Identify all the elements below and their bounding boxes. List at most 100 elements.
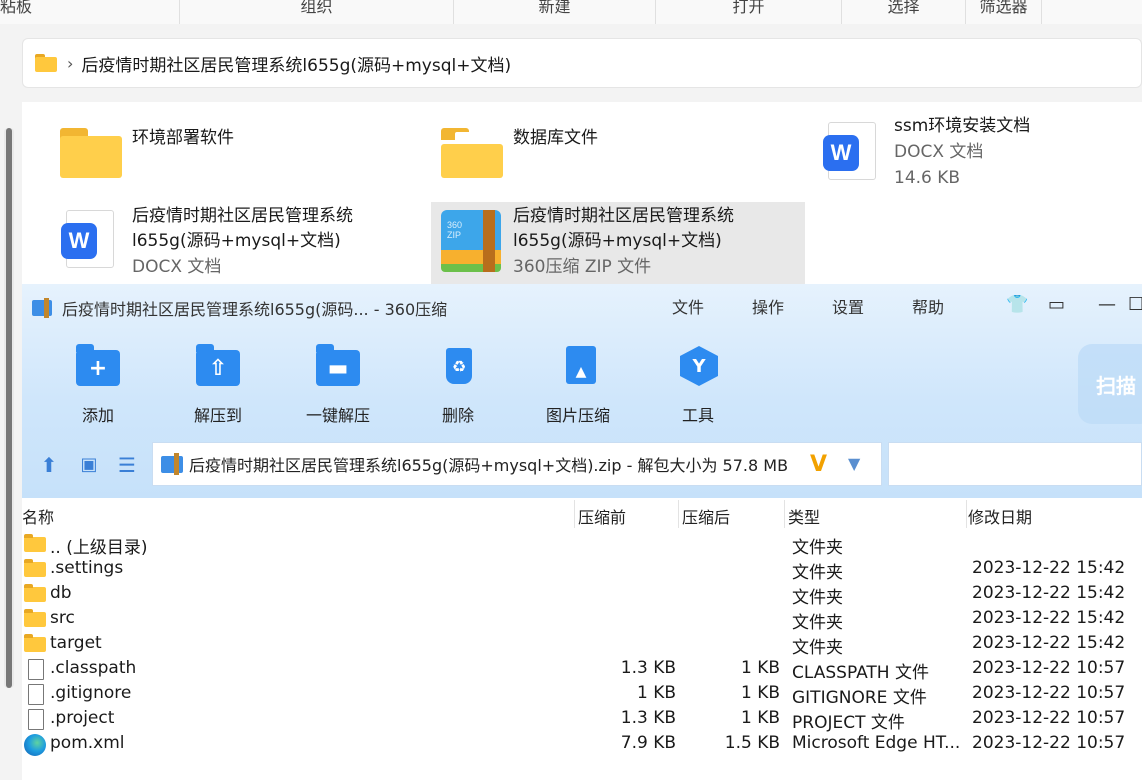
- archive-path: 后疫情时期社区居民管理系统l655g(源码+mysql+文档).zip - 解包…: [189, 456, 789, 475]
- file-row-src[interactable]: src 文件夹 2023-12-22 15:42: [22, 607, 1142, 633]
- file-type: 文件夹: [792, 538, 843, 558]
- folder-icon: [24, 559, 46, 579]
- ribbon-group-label: 选择: [887, 0, 920, 16]
- feedback-icon[interactable]: ▭: [1048, 294, 1065, 315]
- file-row-target[interactable]: target 文件夹 2023-12-22 15:42: [22, 632, 1142, 658]
- ribbon-group-open[interactable]: 打开: [656, 0, 842, 24]
- ribbon-group-label: 筛选器: [979, 0, 1028, 16]
- delete-button[interactable]: ♻ 删除: [408, 344, 508, 426]
- file-row-pom[interactable]: pom.xml 7.9 KB 1.5 KB Microsoft Edge HT.…: [22, 732, 1142, 757]
- tools-button[interactable]: Y 工具: [648, 344, 748, 426]
- skin-icon[interactable]: 👕: [1006, 294, 1028, 315]
- file-size-before: 7.9 KB: [620, 733, 676, 753]
- file-type: 文件夹: [792, 563, 843, 583]
- tools-cube-icon: Y: [674, 344, 722, 388]
- thumbnail-view-icon[interactable]: ▣: [76, 452, 102, 478]
- archive-search-input[interactable]: [888, 442, 1142, 486]
- folder-icon: [24, 634, 46, 654]
- item-type: DOCX 文档: [894, 142, 984, 162]
- file-date: 2023-12-22 15:42: [972, 633, 1126, 653]
- folder-icon: [56, 122, 124, 186]
- item-type: 360压缩 ZIP 文件: [513, 257, 652, 277]
- explorer-item-zip[interactable]: 360 ZIP 后疫情时期社区居民管理系统 l655g(源码+mysql+文档)…: [431, 202, 805, 284]
- explorer-item-docx[interactable]: W 后疫情时期社区居民管理系统 l655g(源码+mysql+文档) DOCX …: [56, 204, 426, 284]
- scrollbar-thumb[interactable]: [6, 128, 12, 688]
- chevron-down-icon[interactable]: ▼: [848, 454, 860, 473]
- folder-document-icon: [437, 122, 505, 186]
- address-bar[interactable]: › 后疫情时期社区居民管理系统l655g(源码+mysql+文档): [22, 38, 1142, 88]
- file-size-before: 1.3 KB: [620, 658, 676, 678]
- extract-to-button[interactable]: ⇧ 解压到: [168, 344, 268, 426]
- file-size-after: 1 KB: [740, 683, 780, 703]
- zip-archive-icon: [161, 453, 183, 475]
- list-view-icon[interactable]: ☰: [114, 452, 140, 478]
- file-size-after: 1.5 KB: [724, 733, 780, 753]
- archive-path-bar[interactable]: 后疫情时期社区居民管理系统l655g(源码+mysql+文档).zip - 解包…: [152, 442, 882, 486]
- column-before[interactable]: 压缩前: [578, 504, 626, 528]
- column-divider[interactable]: [966, 500, 967, 528]
- file-row-project[interactable]: .project 1.3 KB 1 KB PROJECT 文件 2023-12-…: [22, 707, 1142, 733]
- edge-browser-icon: [24, 734, 46, 756]
- file-icon: [24, 684, 46, 705]
- file-date: 2023-12-22 15:42: [972, 608, 1126, 628]
- column-divider[interactable]: [574, 500, 575, 528]
- column-after[interactable]: 压缩后: [682, 504, 730, 528]
- explorer-ribbon: 粘板 组织 新建 打开 选择 筛选器: [0, 0, 1142, 24]
- verified-v-icon[interactable]: V: [810, 452, 834, 477]
- file-size-after: 1 KB: [740, 658, 780, 678]
- ribbon-group-clipboard[interactable]: 粘板: [0, 0, 180, 24]
- explorer-item-env-software[interactable]: 环境部署软件: [56, 122, 356, 186]
- tool-label: 工具: [681, 406, 714, 425]
- scan-label: 扫描: [1096, 373, 1136, 398]
- file-type: Microsoft Edge HT...: [792, 733, 961, 753]
- item-size: 14.6 KB: [894, 168, 961, 188]
- ribbon-group-label: 组织: [300, 0, 333, 16]
- one-click-extract-button[interactable]: ▬ 一键解压: [288, 344, 388, 426]
- explorer-item-ssm-doc[interactable]: W ssm环境安装文档 DOCX 文档 14.6 KB: [818, 114, 1118, 194]
- file-icon: [24, 709, 46, 730]
- file-row-db[interactable]: db 文件夹 2023-12-22 15:42: [22, 582, 1142, 608]
- file-row-settings[interactable]: .settings 文件夹 2023-12-22 15:42: [22, 557, 1142, 583]
- archive-window: 后疫情时期社区居民管理系统l655g(源码... - 360压缩 文件 操作 设…: [22, 284, 1142, 780]
- scan-button[interactable]: 扫描: [1078, 344, 1142, 424]
- explorer-item-db-files[interactable]: 数据库文件: [437, 122, 737, 186]
- file-name: .project: [50, 708, 115, 728]
- file-size-before: 1.3 KB: [620, 708, 676, 728]
- column-date[interactable]: 修改日期: [968, 504, 1032, 528]
- ribbon-group-organize[interactable]: 组织: [180, 0, 454, 24]
- ribbon-group-filter[interactable]: 筛选器: [966, 0, 1042, 24]
- ribbon-group-label: 粘板: [0, 0, 33, 16]
- add-button[interactable]: + 添加: [48, 344, 148, 426]
- ribbon-group-new[interactable]: 新建: [454, 0, 656, 24]
- file-size-before: 1 KB: [636, 683, 676, 703]
- item-name-line1: 后疫情时期社区居民管理系统: [513, 206, 734, 226]
- explorer-scrollbar[interactable]: [4, 128, 14, 688]
- tool-label: 删除: [441, 406, 474, 425]
- file-type: 文件夹: [792, 613, 843, 633]
- file-date: 2023-12-22 10:57: [972, 683, 1126, 703]
- file-name: .. (上级目录): [50, 538, 148, 558]
- minimize-icon[interactable]: —: [1098, 294, 1116, 315]
- file-type: CLASSPATH 文件: [792, 663, 929, 683]
- menu-help[interactable]: 帮助: [912, 294, 944, 318]
- column-divider[interactable]: [678, 500, 679, 528]
- maximize-icon[interactable]: ☐: [1128, 294, 1142, 315]
- up-arrow-icon[interactable]: ⬆: [36, 452, 62, 478]
- file-row-classpath[interactable]: .classpath 1.3 KB 1 KB CLASSPATH 文件 2023…: [22, 657, 1142, 683]
- file-type: PROJECT 文件: [792, 713, 905, 733]
- column-name[interactable]: 名称: [22, 504, 54, 528]
- chevron-right-icon[interactable]: ›: [67, 54, 73, 73]
- menu-file[interactable]: 文件: [672, 294, 704, 318]
- folder-icon: [24, 534, 46, 554]
- file-row-gitignore[interactable]: .gitignore 1 KB 1 KB GITIGNORE 文件 2023-1…: [22, 682, 1142, 708]
- menu-settings[interactable]: 设置: [832, 294, 864, 318]
- image-compress-button[interactable]: ▲ 图片压缩: [528, 344, 628, 426]
- menu-operation[interactable]: 操作: [752, 294, 784, 318]
- file-row-parent[interactable]: .. (上级目录) 文件夹: [22, 532, 1142, 558]
- file-date: 2023-12-22 10:57: [972, 733, 1126, 753]
- add-folder-icon: +: [74, 344, 122, 388]
- item-name-line1: 后疫情时期社区居民管理系统: [132, 206, 353, 226]
- ribbon-group-select[interactable]: 选择: [842, 0, 966, 24]
- column-type[interactable]: 类型: [788, 504, 820, 528]
- column-divider[interactable]: [784, 500, 785, 528]
